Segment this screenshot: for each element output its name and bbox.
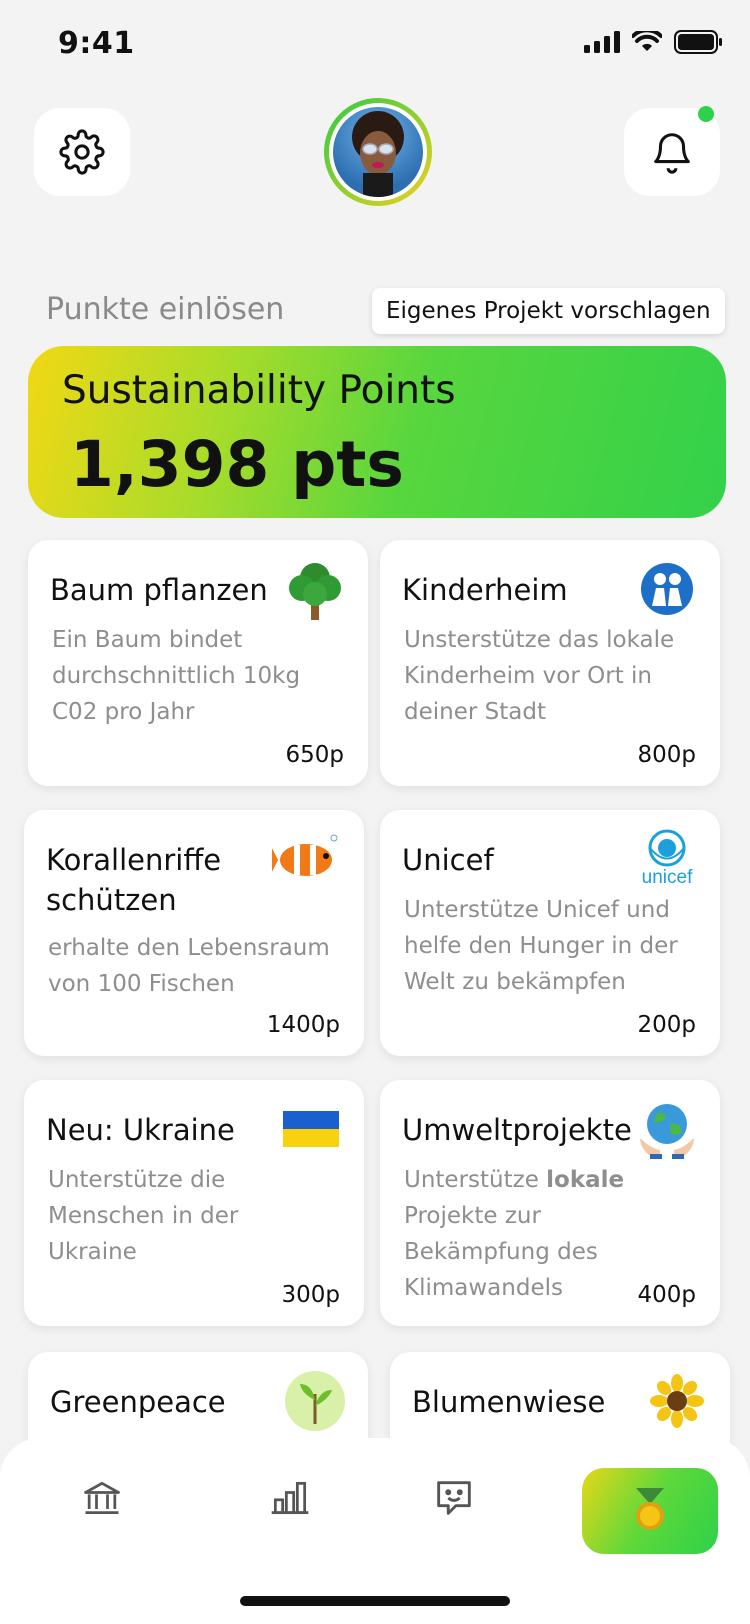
home-indicator: [240, 1596, 510, 1606]
project-card-umweltprojekte[interactable]: Umweltprojekte Unterstütze lokale Projek…: [380, 1080, 720, 1326]
settings-button[interactable]: [34, 108, 130, 196]
status-icons: [584, 30, 722, 54]
card-title: Korallenriffe schützen: [46, 843, 222, 917]
card-title: Unicef: [402, 843, 494, 877]
unicef-logo: unicef: [636, 828, 698, 890]
signal-icon: [584, 31, 620, 53]
user-avatar-image: [333, 107, 423, 197]
card-title: Umweltprojekte: [402, 1113, 632, 1147]
section-title: Punkte einlösen: [46, 292, 285, 327]
card-description: Unterstütze lokale Projekte zur Bekämpfu…: [404, 1167, 625, 1301]
tree-icon: [284, 558, 346, 620]
chat-icon: [437, 1481, 471, 1515]
card-points: 1400p: [266, 1012, 340, 1038]
card-title: Blumenwiese: [412, 1385, 606, 1419]
card-points: 300p: [281, 1282, 341, 1308]
card-points: 200p: [637, 1012, 697, 1038]
notification-dot: [698, 106, 714, 122]
project-card-kinderheim[interactable]: Kinderheim Unsterstütze das lokale Kinde…: [380, 540, 720, 786]
status-bar: 9:41: [0, 0, 750, 90]
bell-icon: [654, 133, 690, 174]
globe-hands-icon: [636, 1098, 698, 1160]
nav-chat[interactable]: [424, 1468, 484, 1528]
card-description: Unterstütze Unicef und helfe den Hunger …: [404, 897, 678, 995]
chart-icon: [271, 1481, 309, 1515]
nav-rewards-active[interactable]: [582, 1468, 718, 1554]
card-title: Kinderheim: [402, 573, 568, 607]
medal-icon: [636, 1488, 664, 1530]
project-card-korallenriffe[interactable]: Korallenriffe schützen erhalte den Leben…: [24, 810, 364, 1056]
nav-stats[interactable]: [260, 1468, 320, 1528]
card-title: Neu: Ukraine: [46, 1113, 235, 1147]
ukraine-flag-icon: [280, 1098, 342, 1160]
battery-icon: [674, 30, 722, 54]
points-value: 1,398 pts: [70, 428, 404, 501]
notifications-button[interactable]: [624, 106, 720, 196]
project-card-unicef[interactable]: Unicef unicef Unterstütze Unicef und hel…: [380, 810, 720, 1056]
bank-icon: [84, 1481, 120, 1515]
card-title: Greenpeace: [50, 1385, 226, 1419]
wifi-icon: [632, 31, 662, 51]
card-description: Unterstütze die Menschen in der Ukraine: [48, 1167, 239, 1265]
children-icon: [636, 558, 698, 620]
nav-bank[interactable]: [72, 1468, 132, 1528]
sunflower-icon: [646, 1370, 708, 1432]
clownfish-icon: [272, 828, 342, 890]
card-points: 650p: [285, 742, 345, 768]
sprout-icon: [284, 1370, 346, 1432]
card-description: Ein Baum bindet durchschnittlich 10kg C0…: [52, 627, 301, 725]
project-card-ukraine[interactable]: Neu: Ukraine Unterstütze die Menschen in…: [24, 1080, 364, 1326]
card-points: 400p: [637, 1282, 697, 1308]
avatar[interactable]: [324, 98, 432, 206]
card-description: erhalte den Lebensraum von 100 Fischen: [48, 935, 330, 997]
status-time: 9:41: [58, 26, 135, 61]
points-label: Sustainability Points: [62, 368, 456, 413]
project-card-baum[interactable]: Baum pflanzen Ein Baum bindet durchschni…: [28, 540, 368, 786]
gear-icon: [59, 129, 105, 175]
points-card: Sustainability Points 1,398 pts: [28, 346, 726, 518]
propose-project-button[interactable]: Eigenes Projekt vorschlagen: [372, 288, 725, 334]
card-description: Unsterstütze das lokale Kinderheim vor O…: [404, 627, 675, 725]
card-points: 800p: [637, 742, 697, 768]
card-title: Baum pflanzen: [50, 573, 268, 607]
